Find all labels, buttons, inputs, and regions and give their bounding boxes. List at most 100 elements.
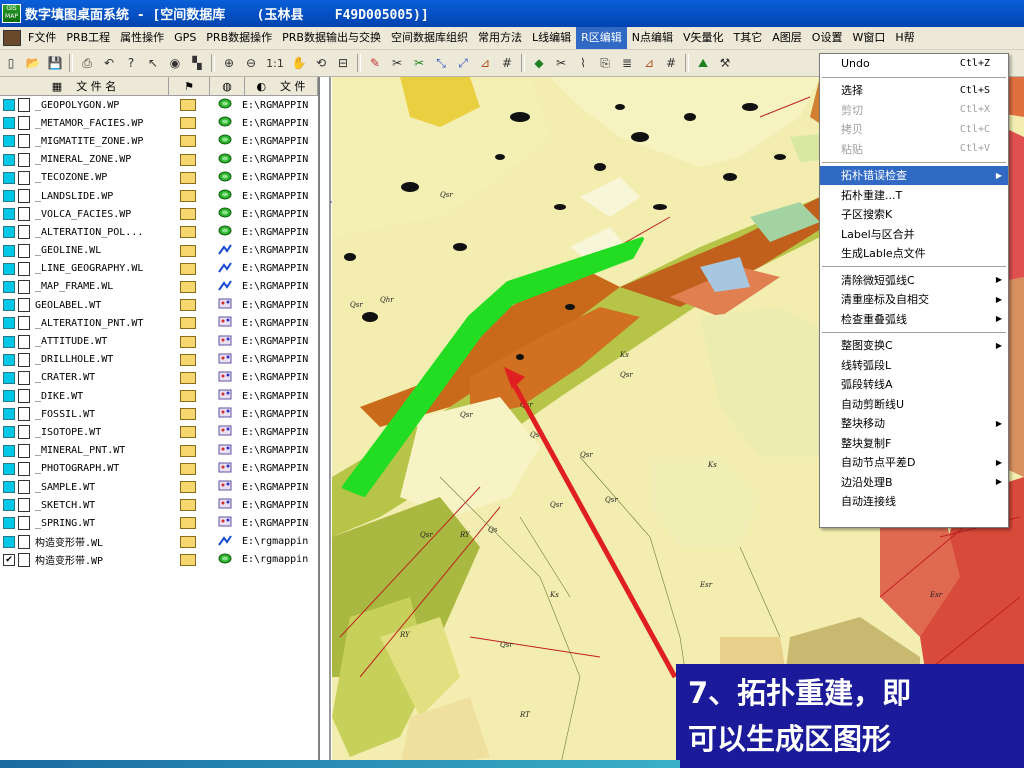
file-row[interactable]: ✔ 构造变形带.WP E:\rgmappin — [0, 551, 318, 569]
zoom-reset-button[interactable]: 1:1 — [263, 53, 287, 73]
file-row[interactable]: _LINE_GEOGRAPHY.WL E:\RGMAPPIN — [0, 260, 318, 278]
context-menu-item[interactable]: 自动剪断线U — [820, 394, 1008, 414]
folder-icon[interactable] — [180, 426, 196, 439]
context-menu-item[interactable]: 检查重叠弧线 ▶ — [820, 309, 1008, 329]
help-icon[interactable]: ? — [121, 53, 141, 73]
undo-icon[interactable]: ↶ — [99, 53, 119, 73]
folder-icon[interactable] — [180, 135, 196, 148]
grid-icon[interactable]: # — [497, 53, 517, 73]
layer-visibility-checkbox[interactable] — [3, 499, 15, 512]
file-row[interactable]: _TECOZONE.WP E:\RGMAPPIN — [0, 169, 318, 187]
menu-item-13[interactable]: A图层 — [767, 27, 807, 49]
layer-visibility-checkbox[interactable] — [3, 390, 15, 403]
cut-line-icon[interactable]: ✂ — [387, 53, 407, 73]
file-row[interactable]: _ALTERATION_POL... E:\RGMAPPIN — [0, 223, 318, 241]
file-row[interactable]: _DRILLHOLE.WT E:\RGMAPPIN — [0, 351, 318, 369]
folder-icon[interactable] — [180, 317, 196, 330]
folder-icon[interactable] — [180, 99, 196, 112]
file-row[interactable]: _MINERAL_ZONE.WP E:\RGMAPPIN — [0, 151, 318, 169]
file-row[interactable]: _SKETCH.WT E:\RGMAPPIN — [0, 496, 318, 514]
menu-item-10[interactable]: N点编辑 — [627, 27, 678, 49]
file-row[interactable]: _PHOTOGRAPH.WT E:\RGMAPPIN — [0, 460, 318, 478]
folder-icon[interactable] — [180, 535, 196, 548]
file-row[interactable]: 构造变形带.WL E:\rgmappin — [0, 533, 318, 551]
layer-visibility-checkbox[interactable] — [3, 99, 15, 112]
menu-item-9[interactable]: R区编辑 — [576, 27, 627, 49]
pan-icon[interactable]: ✋ — [289, 53, 309, 73]
file-row[interactable]: _ATTITUDE.WT E:\RGMAPPIN — [0, 332, 318, 350]
file-row[interactable]: _VOLCA_FACIES.WP E:\RGMAPPIN — [0, 205, 318, 223]
context-menu-item[interactable]: Label与区合并 — [820, 224, 1008, 244]
folder-icon[interactable] — [180, 262, 196, 275]
edit-arc-icon[interactable]: ⊿ — [475, 53, 495, 73]
folder-icon[interactable] — [180, 517, 196, 530]
file-row[interactable]: _ISOTOPE.WT E:\RGMAPPIN — [0, 423, 318, 441]
menu-item-8[interactable]: L线编辑 — [527, 27, 576, 49]
folder-icon[interactable] — [180, 335, 196, 348]
layer-visibility-checkbox[interactable] — [3, 444, 15, 457]
layer-visibility-checkbox[interactable] — [3, 317, 15, 330]
zoom-in-icon[interactable]: ⊕ — [219, 53, 239, 73]
folder-icon[interactable] — [180, 462, 196, 475]
file-row[interactable]: _LANDSLIDE.WP E:\RGMAPPIN — [0, 187, 318, 205]
file-row[interactable]: _MINERAL_PNT.WT E:\RGMAPPIN — [0, 442, 318, 460]
file-row[interactable]: _GEOPOLYGON.WP E:\RGMAPPIN — [0, 96, 318, 114]
menu-item-11[interactable]: V矢量化 — [678, 27, 729, 49]
header-open-col[interactable]: ⚑ — [169, 77, 210, 95]
zoom-out-icon[interactable]: ⊖ — [241, 53, 261, 73]
folder-icon[interactable] — [180, 208, 196, 221]
layer-icon[interactable]: ▚ — [187, 53, 207, 73]
file-row[interactable]: _MIGMATITE_ZONE.WP E:\RGMAPPIN — [0, 132, 318, 150]
menu-item-3[interactable]: GPS — [169, 27, 201, 49]
file-row[interactable]: _MAP_FRAME.WL E:\RGMAPPIN — [0, 278, 318, 296]
menu-item-1[interactable]: PRB工程 — [61, 27, 115, 49]
node-icon[interactable]: ⤡ — [431, 53, 451, 73]
folder-icon[interactable] — [180, 226, 196, 239]
folder-icon[interactable] — [180, 408, 196, 421]
folder-icon[interactable] — [180, 190, 196, 203]
print-icon[interactable]: ⎙ — [77, 53, 97, 73]
layer-visibility-checkbox[interactable] — [3, 226, 15, 239]
menu-item-7[interactable]: 常用方法 — [473, 27, 527, 49]
file-row[interactable]: _FOSSIL.WT E:\RGMAPPIN — [0, 405, 318, 423]
context-menu-item[interactable]: 清除微短弧线C ▶ — [820, 270, 1008, 290]
system-menu-icon[interactable] — [3, 30, 21, 46]
header-path-col[interactable]: ◐ 文 件 — [245, 77, 318, 95]
folder-icon[interactable] — [180, 299, 196, 312]
layer-visibility-checkbox[interactable] — [3, 353, 15, 366]
context-menu-item[interactable]: 自动连接线 — [820, 492, 1008, 512]
context-menu-item[interactable]: 子区搜索K — [820, 205, 1008, 225]
menu-item-15[interactable]: W窗口 — [847, 27, 890, 49]
file-row[interactable]: _METAMOR_FACIES.WP E:\RGMAPPIN — [0, 114, 318, 132]
layer-visibility-checkbox[interactable] — [3, 190, 15, 203]
layer-visibility-checkbox[interactable] — [3, 262, 15, 275]
copy-icon[interactable]: ⎘ — [595, 53, 615, 73]
folder-icon[interactable] — [180, 117, 196, 130]
context-menu-item[interactable]: 清重座标及自相交 ▶ — [820, 290, 1008, 310]
header-type-col[interactable]: ◍ — [210, 77, 245, 95]
layer-visibility-checkbox[interactable] — [3, 299, 15, 312]
folder-icon[interactable] — [180, 371, 196, 384]
context-menu-item[interactable]: 弧段转线A — [820, 375, 1008, 395]
layer-visibility-checkbox[interactable]: ✔ — [3, 553, 15, 566]
point-icon[interactable]: ⛰ — [693, 53, 713, 73]
layer-visibility-checkbox[interactable] — [3, 481, 15, 494]
layer-visibility-checkbox[interactable] — [3, 171, 15, 184]
context-menu-item[interactable]: 拓朴重建...T — [820, 185, 1008, 205]
menu-item-6[interactable]: 空间数据库组织 — [386, 27, 473, 49]
refresh-icon[interactable]: ⟲ — [311, 53, 331, 73]
context-menu-item[interactable]: 选择 Ctl+S — [820, 81, 1008, 101]
layer-visibility-checkbox[interactable] — [3, 280, 15, 293]
context-menu-item[interactable]: 整图变换C ▶ — [820, 336, 1008, 356]
new-file-icon[interactable]: ▯ — [1, 53, 21, 73]
layer-visibility-checkbox[interactable] — [3, 244, 15, 257]
menu-item-12[interactable]: T其它 — [729, 27, 768, 49]
open-folder-icon[interactable]: 📂 — [23, 53, 43, 73]
folder-icon[interactable] — [180, 171, 196, 184]
context-menu-item[interactable]: 线转弧段L — [820, 355, 1008, 375]
layer-visibility-checkbox[interactable] — [3, 408, 15, 421]
context-menu-item[interactable]: 整块复制F — [820, 433, 1008, 453]
file-row[interactable]: _ALTERATION_PNT.WT E:\RGMAPPIN — [0, 314, 318, 332]
layer-visibility-checkbox[interactable] — [3, 208, 15, 221]
attribute-icon[interactable]: ≣ — [617, 53, 637, 73]
